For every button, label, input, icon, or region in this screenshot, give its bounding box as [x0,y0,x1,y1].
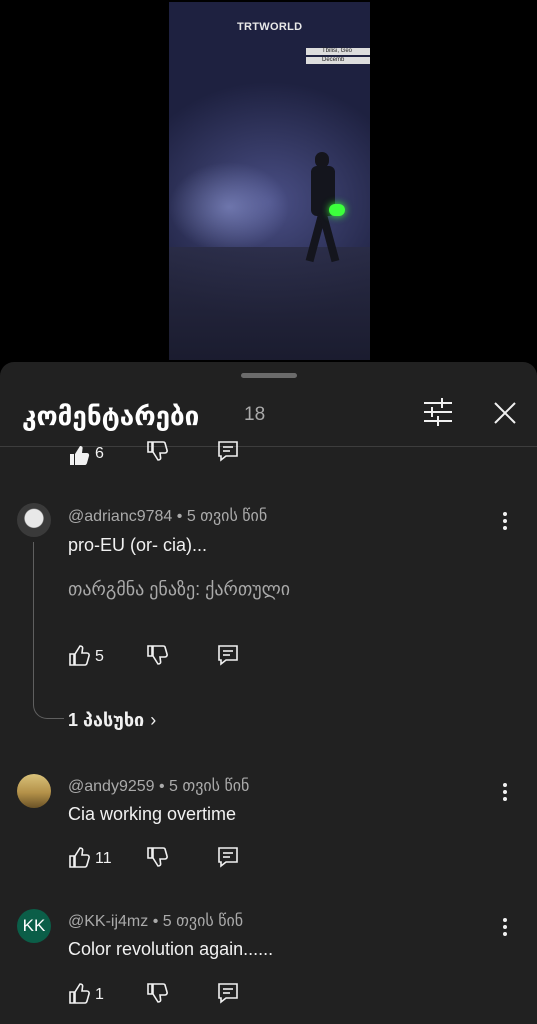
like-button[interactable] [68,982,90,1008]
dislike-button[interactable] [146,644,168,670]
view-replies-button[interactable]: 1 პასუხი › [68,710,156,731]
comment-time: • 5 თვის წინ [176,508,268,525]
thumb-down-icon [147,847,168,867]
reply-button[interactable] [217,440,239,466]
like-button[interactable] [68,644,90,670]
dislike-button[interactable] [146,440,168,466]
comment-time: • 5 თვის წინ [158,778,250,795]
more-options-button[interactable] [498,781,512,803]
dislike-button[interactable] [146,846,168,872]
close-button[interactable] [488,396,522,430]
channel-watermark: TRTWORLD [237,21,303,33]
comment-author[interactable]: @andy9259 [68,778,155,795]
comment-meta: @KK-ij4mz • 5 თვის წინ [68,911,243,931]
sliders-icon [424,398,452,426]
like-count: 1 [95,986,104,1003]
more-options-button[interactable] [498,916,512,938]
avatar[interactable] [17,503,51,537]
thumb-up-icon [69,847,90,868]
caption-line: Tbilisi, Geo [306,48,370,55]
drag-handle[interactable] [241,373,297,378]
comment-text: pro-EU (or- cia)... [68,535,208,555]
video-frame[interactable]: TRTWORLD Tbilisi, Geo Decemb [169,2,370,360]
comment-text: Cia working overtime [68,804,237,824]
comment-text: Color revolution again...... [68,939,274,959]
comments-title: კომენტარები [22,401,200,431]
like-button[interactable] [68,444,90,468]
translate-link[interactable]: თარგმნა ენაზე: ქართული [68,579,290,600]
reply-icon [218,645,238,666]
like-button[interactable] [68,846,90,872]
like-count: 5 [95,648,104,665]
like-count: 11 [95,850,112,867]
thumb-up-icon [70,446,90,465]
video-player[interactable]: TRTWORLD Tbilisi, Geo Decemb [0,0,537,362]
replies-label: 1 პასუხი [68,710,145,730]
close-icon [494,402,516,424]
comment-item: @andy9259 • 5 თვის წინ Cia working overt… [0,770,537,880]
dislike-button[interactable] [146,982,168,1008]
prev-comment-actions: 6 [0,440,537,468]
location-caption: Tbilisi, Geo Decemb [306,48,370,66]
like-count: 6 [95,445,104,462]
comments-header: კომენტარები 18 [0,382,537,447]
thumb-down-icon [147,983,168,1003]
comments-count: 18 [244,404,266,425]
reply-icon [218,983,238,1004]
avatar[interactable]: KK [17,909,51,943]
comment-meta: @andy9259 • 5 თვის წინ [68,776,249,796]
reply-icon [218,847,238,868]
video-person-figure [305,152,347,270]
caption-line: Decemb [306,57,370,64]
reply-button[interactable] [217,846,239,872]
comment-author[interactable]: @adrianc9784 [68,508,172,525]
comment-time: • 5 თვის წინ [152,913,244,930]
comment-meta: @adrianc9784 • 5 თვის წინ [68,506,267,526]
comment-author[interactable]: @KK-ij4mz [68,913,148,930]
thumb-up-icon [69,983,90,1004]
more-options-button[interactable] [498,510,512,532]
reply-button[interactable] [217,644,239,670]
reply-icon [218,441,238,462]
chevron-right-icon: › [150,710,157,730]
thumb-down-icon [147,441,168,461]
thumb-up-icon [69,645,90,666]
comment-item: KK @KK-ij4mz • 5 თვის წინ Color revoluti… [0,905,537,1020]
reply-button[interactable] [217,982,239,1008]
thumb-down-icon [147,645,168,665]
sort-filter-button[interactable] [420,396,456,428]
comment-item: @adrianc9784 • 5 თვის წინ pro-EU (or- ci… [0,500,537,740]
avatar[interactable] [17,774,51,808]
